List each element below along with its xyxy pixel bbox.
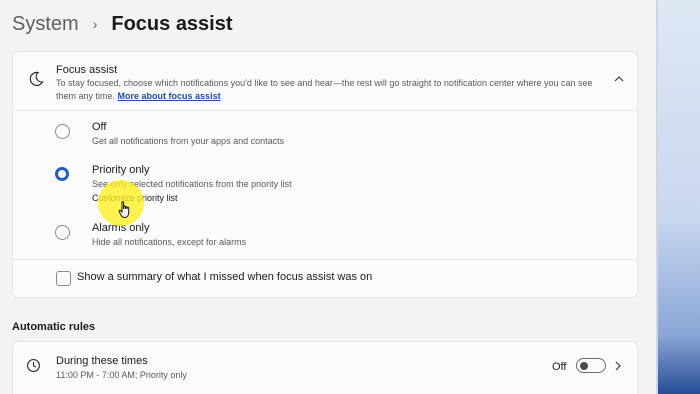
radio-off[interactable] [55,124,70,139]
focus-assist-description: To stay focused, choose which notificati… [56,77,601,103]
option-off-title: Off [92,121,107,133]
focus-assist-header[interactable]: Focus assist To stay focused, choose whi… [13,52,637,111]
focus-assist-title: Focus assist [56,64,118,76]
radio-priority-only[interactable] [55,167,69,181]
clock-icon [27,359,40,372]
chevron-up-icon[interactable] [613,74,625,84]
focus-assist-card: Focus assist To stay focused, choose whi… [12,51,638,298]
toggle-state-label: Off [552,361,567,373]
radio-alarms-only[interactable] [55,225,70,240]
more-about-focus-assist-link[interactable]: More about focus assist [118,91,221,101]
hand-pointer-icon [118,201,130,219]
option-off-subtitle: Get all notifications from your apps and… [92,136,285,146]
summary-checkbox[interactable] [56,271,71,286]
rule-during-these-times[interactable]: During these times 11:00 PM - 7:00 AM; P… [12,341,638,394]
rule-title: During these times [56,355,148,367]
toggle-knob [580,361,588,370]
settings-content: System › Focus assist Focus assist To st… [0,0,656,394]
page-title: Focus assist [111,12,233,35]
chevron-right-icon[interactable] [614,360,622,372]
rule-subtitle: 11:00 PM - 7:00 AM; Priority only [56,370,187,380]
desktop-background [656,0,700,394]
rule-toggle[interactable] [576,358,606,373]
moon-icon [29,71,44,86]
summary-checkbox-label[interactable]: Show a summary of what I missed when foc… [77,271,372,283]
breadcrumb-separator: › [92,16,98,32]
divider [13,259,637,260]
breadcrumb: System › Focus assist [12,8,233,40]
option-priority-only-title: Priority only [92,164,150,176]
option-alarms-only-subtitle: Hide all notifications, except for alarm… [92,237,247,247]
automatic-rules-heading: Automatic rules [12,321,96,333]
breadcrumb-system[interactable]: System [12,13,79,36]
